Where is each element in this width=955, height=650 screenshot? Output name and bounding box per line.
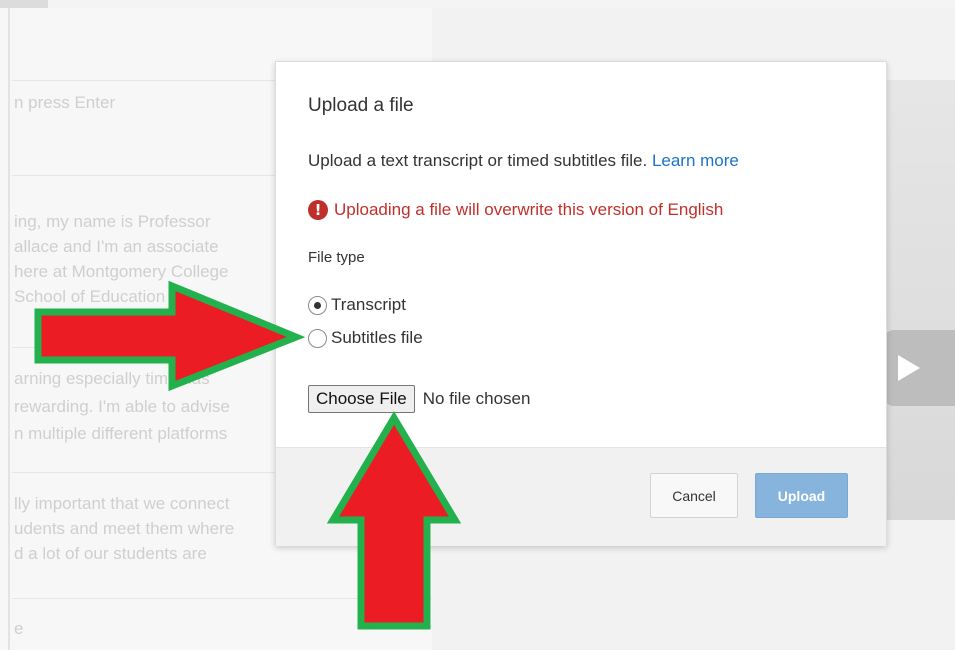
subtitles-label[interactable]: Subtitles file [331, 328, 423, 348]
transcript-line[interactable]: ing, my name is Professor [14, 211, 211, 233]
transcript-radio[interactable] [308, 295, 327, 315]
exclamation-circle-icon: ! [308, 200, 328, 220]
top-bar-corner [0, 0, 48, 8]
panel-divider [8, 8, 10, 650]
transcript-line[interactable]: e [14, 618, 23, 640]
transcript-line[interactable]: School of Education [14, 286, 165, 308]
dialog-description: Upload a text transcript or timed subtit… [308, 151, 739, 171]
no-file-text: No file chosen [422, 389, 531, 408]
file-type-label: File type [308, 249, 365, 266]
radio-option-subtitles[interactable]: Subtitles file [308, 328, 423, 348]
transcript-line[interactable]: udents and meet them where [14, 518, 234, 540]
subtitles-radio[interactable] [308, 328, 327, 348]
file-picker: Choose File No file chosen [308, 385, 530, 413]
dialog-footer: Cancel Upload [276, 447, 886, 546]
top-bar [0, 0, 955, 8]
play-icon [898, 355, 920, 381]
dialog-title: Upload a file [308, 95, 414, 116]
upload-button[interactable]: Upload [755, 473, 848, 518]
segment-divider [12, 598, 432, 599]
cancel-button[interactable]: Cancel [650, 473, 738, 518]
description-text: Upload a text transcript or timed subtit… [308, 151, 648, 170]
video-player[interactable] [880, 80, 955, 520]
overwrite-warning: ! Uploading a file will overwrite this v… [308, 200, 723, 220]
transcript-line[interactable]: here at Montgomery College [14, 261, 229, 283]
choose-file-button[interactable]: Choose File [308, 385, 415, 413]
transcript-line[interactable]: d a lot of our students are [14, 543, 207, 565]
transcript-line[interactable]: arning especially time has [14, 368, 210, 390]
warning-text: Uploading a file will overwrite this ver… [334, 200, 724, 219]
transcript-label[interactable]: Transcript [331, 295, 406, 315]
transcript-line[interactable]: n multiple different platforms [14, 423, 227, 445]
learn-more-link[interactable]: Learn more [652, 151, 739, 170]
transcript-line[interactable]: lly important that we connect [14, 493, 229, 515]
transcript-line[interactable]: rewarding. I'm able to advise [14, 396, 230, 418]
search-input[interactable]: n press Enter [14, 92, 115, 114]
transcript-line[interactable]: allace and I'm an associate [14, 236, 219, 258]
radio-option-transcript[interactable]: Transcript [308, 295, 406, 315]
upload-dialog: Upload a file Upload a text transcript o… [275, 61, 887, 546]
